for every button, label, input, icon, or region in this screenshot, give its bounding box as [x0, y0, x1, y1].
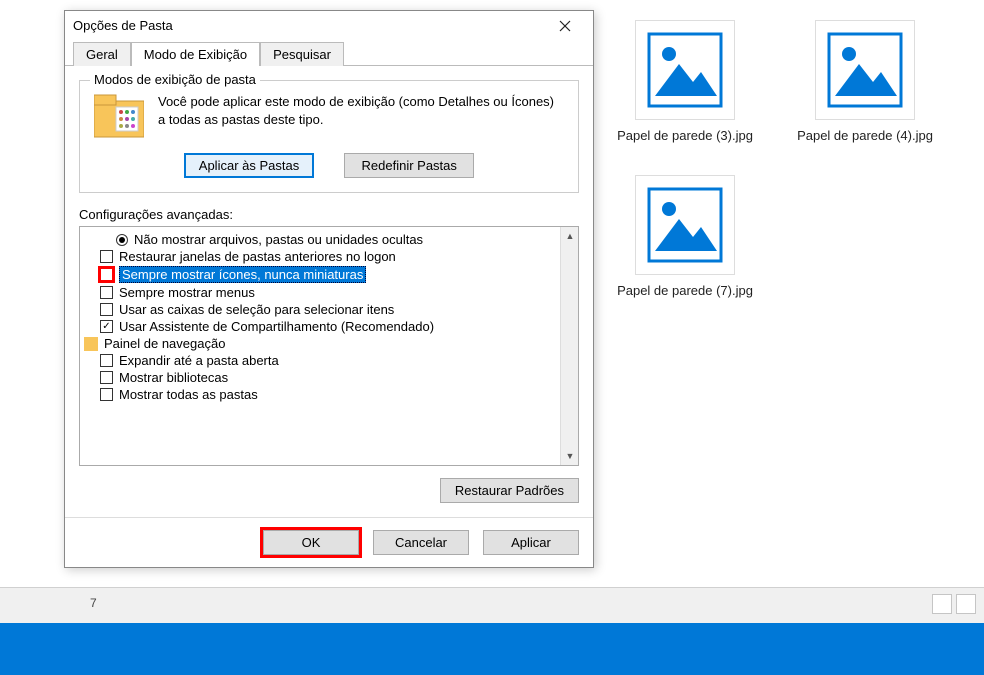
restore-defaults-button[interactable]: Restaurar Padrões	[440, 478, 579, 503]
folder-icon	[94, 93, 144, 139]
dialog-button-row: OK Cancelar Aplicar	[65, 517, 593, 567]
list-item[interactable]: Restaurar janelas de pastas anteriores n…	[100, 248, 578, 265]
folder-small-icon	[84, 337, 98, 351]
cancel-button[interactable]: Cancelar	[373, 530, 469, 555]
dialog-title-text: Opções de Pasta	[73, 11, 173, 41]
close-icon	[559, 20, 571, 32]
ok-button[interactable]: OK	[263, 530, 359, 555]
file-label: Papel de parede (7).jpg	[610, 283, 760, 300]
checkbox-icon[interactable]	[100, 388, 113, 401]
tab-panel-view: Modos de exibição de pasta Você pode apl…	[65, 65, 593, 517]
radio-icon[interactable]	[116, 234, 128, 246]
file-item[interactable]: Papel de parede (3).jpg	[610, 20, 760, 145]
scroll-down-icon[interactable]: ▼	[561, 447, 579, 465]
list-item-selected[interactable]: Sempre mostrar ícones, nunca miniaturas	[100, 265, 578, 284]
checkbox-icon[interactable]	[100, 286, 113, 299]
checkbox-icon[interactable]	[100, 354, 113, 367]
list-item[interactable]: Sempre mostrar menus	[100, 284, 578, 301]
status-bar: 7	[0, 587, 984, 623]
image-file-icon	[635, 20, 735, 120]
group-label: Modos de exibição de pasta	[90, 72, 260, 87]
checkbox-icon[interactable]	[100, 320, 113, 333]
reset-folders-button[interactable]: Redefinir Pastas	[344, 153, 474, 178]
advanced-settings-label: Configurações avançadas:	[79, 207, 579, 222]
scroll-up-icon[interactable]: ▲	[561, 227, 579, 245]
list-item[interactable]: Usar Assistente de Compartilhamento (Rec…	[100, 318, 578, 335]
nav-pane-group[interactable]: Painel de navegação	[84, 335, 578, 352]
tab-row: Geral Modo de Exibição Pesquisar	[65, 42, 593, 66]
list-item[interactable]: Mostrar todas as pastas	[100, 386, 578, 403]
item-count: 7	[90, 596, 97, 610]
apply-to-folders-button[interactable]: Aplicar às Pastas	[184, 153, 314, 178]
image-file-icon	[635, 175, 735, 275]
list-item[interactable]: Usar as caixas de seleção para seleciona…	[100, 301, 578, 318]
taskbar	[0, 623, 984, 675]
file-grid: Papel de parede (3).jpg Papel de parede …	[610, 20, 970, 300]
folder-views-group: Modos de exibição de pasta Você pode apl…	[79, 80, 579, 193]
folder-views-description: Você pode aplicar este modo de exibição …	[158, 93, 564, 128]
apply-button[interactable]: Aplicar	[483, 530, 579, 555]
advanced-settings-list: Não mostrar arquivos, pastas ou unidades…	[79, 226, 579, 466]
list-item[interactable]: Expandir até a pasta aberta	[100, 352, 578, 369]
file-item[interactable]: Papel de parede (7).jpg	[610, 175, 760, 300]
tab-search[interactable]: Pesquisar	[260, 42, 344, 66]
folder-options-dialog: Opções de Pasta Geral Modo de Exibição P…	[64, 10, 594, 568]
image-file-icon	[815, 20, 915, 120]
checkbox-icon[interactable]	[100, 268, 113, 281]
dialog-titlebar: Opções de Pasta	[65, 11, 593, 41]
checkbox-icon[interactable]	[100, 303, 113, 316]
view-details-icon[interactable]	[932, 594, 952, 614]
view-large-icon[interactable]	[956, 594, 976, 614]
file-item[interactable]: Papel de parede (4).jpg	[790, 20, 940, 145]
list-item[interactable]: Não mostrar arquivos, pastas ou unidades…	[116, 231, 578, 248]
file-label: Papel de parede (3).jpg	[610, 128, 760, 145]
checkbox-icon[interactable]	[100, 250, 113, 263]
file-label: Papel de parede (4).jpg	[790, 128, 940, 145]
tab-general[interactable]: Geral	[73, 42, 131, 66]
checkbox-icon[interactable]	[100, 371, 113, 384]
scrollbar[interactable]: ▲ ▼	[560, 227, 578, 465]
close-button[interactable]	[545, 12, 585, 40]
tab-view[interactable]: Modo de Exibição	[131, 42, 260, 66]
list-item[interactable]: Mostrar bibliotecas	[100, 369, 578, 386]
